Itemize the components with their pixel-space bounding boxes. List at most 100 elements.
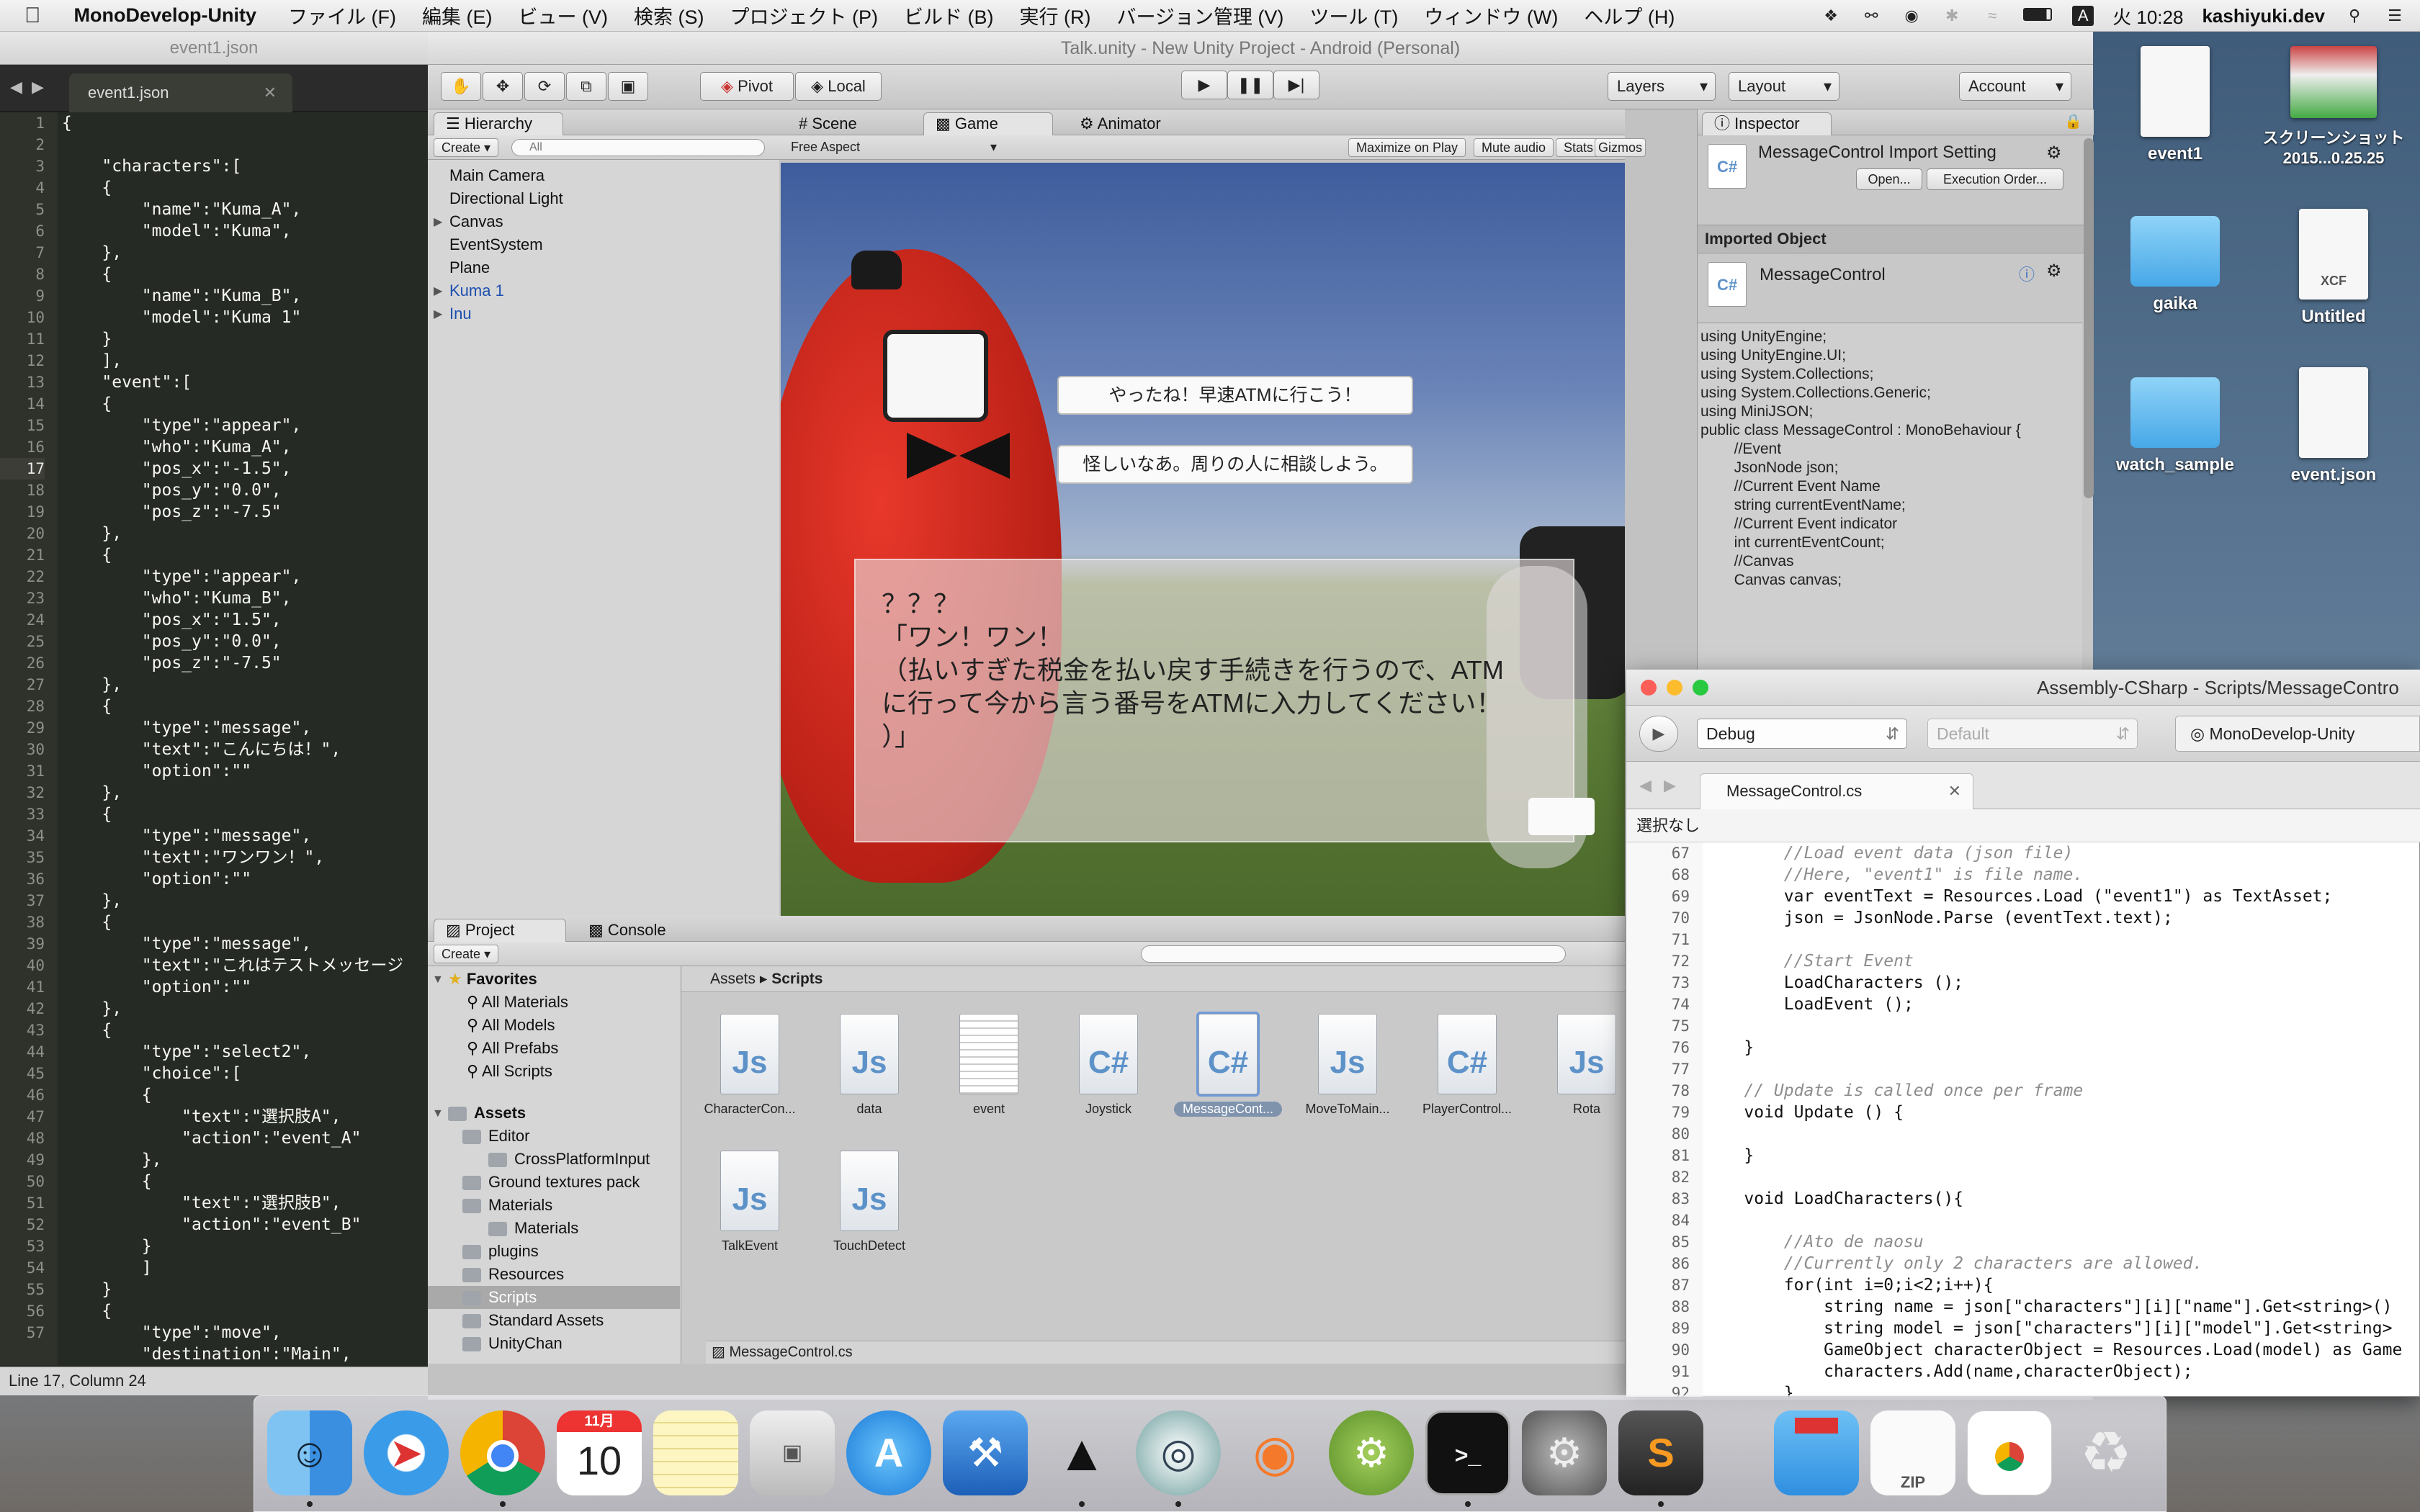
- expand-arrow-icon[interactable]: ▶: [434, 215, 442, 229]
- layout-dropdown[interactable]: Layout ▾: [1729, 72, 1839, 101]
- gizmos-toggle[interactable]: Gizmos: [1595, 138, 1646, 157]
- tab-scene[interactable]: # Scene: [786, 112, 869, 135]
- dock-finder-icon[interactable]: ☺: [267, 1410, 352, 1495]
- folder-scripts[interactable]: Scripts: [462, 1286, 537, 1309]
- menu-window[interactable]: ウィンドウ (W): [1424, 1, 1558, 30]
- folder-ground-textures-pack[interactable]: Ground textures pack: [462, 1171, 640, 1194]
- dock-android-studio-icon[interactable]: ⚙: [1329, 1410, 1414, 1495]
- message-next-button[interactable]: [1528, 798, 1595, 835]
- choice-button-b[interactable]: 怪しいなあ。周りの人に相談しよう。: [1057, 445, 1413, 484]
- hierarchy-create-button[interactable]: Create ▾: [434, 138, 499, 157]
- hierarchy-item-inu[interactable]: Inu: [449, 302, 472, 325]
- inspector-scrollbar[interactable]: [2084, 138, 2094, 498]
- close-tab-icon[interactable]: ✕: [264, 73, 277, 112]
- folder-materials[interactable]: Materials: [462, 1194, 552, 1217]
- asset-item[interactable]: Js Rota: [1533, 1014, 1641, 1117]
- menu-tools[interactable]: ツール (T): [1309, 1, 1398, 30]
- menu-help[interactable]: ヘルプ (H): [1584, 1, 1675, 30]
- dock-downloads-folder-icon[interactable]: [1774, 1410, 1859, 1495]
- tab-animator[interactable]: ⚙ Animator: [1067, 112, 1173, 135]
- menu-view[interactable]: ビュー (V): [518, 1, 608, 30]
- tab-hierarchy[interactable]: ☰ Hierarchy: [434, 112, 563, 135]
- dock-app-store-icon[interactable]: A: [846, 1410, 931, 1495]
- mute-audio-toggle[interactable]: Mute audio: [1474, 138, 1554, 157]
- wifi-icon[interactable]: ≈: [1981, 6, 2003, 25]
- breadcrumb-root[interactable]: Assets: [710, 971, 756, 987]
- monodevelop-breadcrumb[interactable]: 選択なし: [1626, 809, 2420, 842]
- collapse-arrow-icon[interactable]: ▼: [432, 1107, 444, 1120]
- notification-center-icon[interactable]: ☰: [2384, 6, 2406, 25]
- hotspot-icon[interactable]: ⚯: [1860, 6, 1882, 25]
- project-create-button[interactable]: Create ▾: [434, 945, 499, 963]
- favorite-all-materials[interactable]: ⚲ All Materials: [467, 991, 568, 1014]
- input-source-indicator[interactable]: A: [2072, 6, 2094, 26]
- desktop-icon-event1[interactable]: event1: [2096, 46, 2254, 164]
- account-dropdown[interactable]: Account ▾: [1959, 72, 2071, 101]
- dock-preview-icon[interactable]: ▣: [750, 1410, 835, 1495]
- dock-terminal-icon[interactable]: >_: [1425, 1410, 1510, 1495]
- folder-crossplatforminput[interactable]: CrossPlatformInput: [488, 1148, 650, 1171]
- dock-safari-icon[interactable]: ➤: [364, 1410, 449, 1495]
- dock-chrome-icon[interactable]: [460, 1410, 545, 1495]
- close-tab-icon[interactable]: ✕: [1948, 774, 1961, 809]
- project-search-input[interactable]: [1141, 945, 1566, 963]
- gear-icon[interactable]: ⚙: [2046, 143, 2062, 163]
- hierarchy-search-input[interactable]: [511, 139, 765, 156]
- move-tool-icon[interactable]: ✥: [483, 72, 523, 101]
- asset-item[interactable]: txt event: [935, 1014, 1043, 1117]
- menu-edit[interactable]: 編集 (E): [422, 1, 493, 30]
- dock-blender-icon[interactable]: ◉: [1232, 1410, 1317, 1495]
- asset-item[interactable]: C# Joystick: [1054, 1014, 1162, 1117]
- tab-inspector[interactable]: ⓘ Inspector: [1702, 112, 1832, 135]
- target-select[interactable]: Default ⇵: [1927, 719, 2138, 749]
- dropbox-icon[interactable]: ❖: [1820, 6, 1842, 25]
- folder-plugins[interactable]: plugins: [462, 1240, 539, 1263]
- desktop-icon-untitled[interactable]: XCF Untitled: [2254, 209, 2413, 327]
- menu-search[interactable]: 検索 (S): [634, 1, 704, 30]
- tab-project[interactable]: ▨ Project: [434, 919, 566, 942]
- scale-tool-icon[interactable]: ⧉: [566, 72, 606, 101]
- choice-button-a[interactable]: やったね！早速ATMに行こう！: [1057, 376, 1413, 415]
- pause-button[interactable]: ❚❚: [1227, 71, 1273, 99]
- local-toggle[interactable]: ◈ Local: [795, 72, 882, 101]
- desktop-icon-watch-sample[interactable]: watch_sample: [2096, 377, 2254, 475]
- editor-code-area[interactable]: { "characters":[ { "name":"Kuma_A", "mod…: [62, 112, 428, 1365]
- asset-item[interactable]: Js MoveToMain...: [1294, 1014, 1402, 1117]
- hierarchy-item-canvas[interactable]: Canvas: [449, 210, 503, 233]
- layers-dropdown[interactable]: Layers ▾: [1608, 72, 1716, 101]
- dock-trash-icon[interactable]: ♻: [2063, 1410, 2148, 1495]
- dock-unity-icon[interactable]: ▲: [1039, 1410, 1124, 1495]
- sync-icon[interactable]: ◉: [1901, 6, 1922, 25]
- nav-forward-icon[interactable]: ▶: [32, 78, 44, 96]
- assets-root-folder[interactable]: Assets: [448, 1102, 526, 1125]
- nav-forward-icon[interactable]: ▶: [1664, 776, 1676, 795]
- menu-clock[interactable]: 火 10:28: [2112, 3, 2183, 30]
- menu-app-name[interactable]: MonoDevelop-Unity: [74, 4, 257, 27]
- desktop-icon-event-json[interactable]: event.json: [2254, 367, 2413, 485]
- help-icon[interactable]: ⓘ: [2019, 262, 2035, 285]
- dock-sublime-text-icon[interactable]: S: [1618, 1410, 1703, 1495]
- tab-game[interactable]: ▩ Game: [923, 112, 1053, 135]
- collapse-arrow-icon[interactable]: ▼: [432, 973, 444, 986]
- game-view[interactable]: やったね！早速ATMに行こう！ 怪しいなあ。周りの人に相談しよう。 ？？？ 「ワ…: [781, 163, 1625, 916]
- pivot-toggle[interactable]: ◈ Pivot: [700, 72, 794, 101]
- bluetooth-icon[interactable]: ✱: [1941, 6, 1963, 25]
- expand-arrow-icon[interactable]: ▶: [434, 284, 442, 298]
- tab-console[interactable]: ▩ Console: [576, 919, 678, 942]
- dock-zip-archive-icon[interactable]: ZIP: [1870, 1410, 1955, 1495]
- folder-materials-sub[interactable]: Materials: [488, 1217, 578, 1240]
- apple-menu-icon[interactable]: : [24, 4, 41, 28]
- desktop-icon-gaika[interactable]: gaika: [2096, 216, 2254, 314]
- battery-icon[interactable]: [2022, 6, 2053, 25]
- configuration-select[interactable]: Debug ⇵: [1697, 719, 1907, 749]
- step-button[interactable]: ▶|: [1273, 71, 1319, 99]
- tab-messagecontrol-cs[interactable]: MessageControl.cs ✕: [1700, 773, 1973, 809]
- asset-item[interactable]: Js TalkEvent: [696, 1151, 804, 1254]
- menu-run[interactable]: 実行 (R): [1019, 1, 1090, 30]
- folder-standard-assets[interactable]: Standard Assets: [462, 1309, 604, 1332]
- zoom-window-button[interactable]: [1693, 680, 1708, 696]
- hierarchy-item-eventsystem[interactable]: EventSystem: [449, 233, 543, 256]
- folder-unitychan[interactable]: UnityChan: [462, 1332, 563, 1355]
- menu-version-control[interactable]: バージョン管理 (V): [1116, 1, 1283, 30]
- spotlight-search-icon[interactable]: ⚲: [2344, 6, 2365, 25]
